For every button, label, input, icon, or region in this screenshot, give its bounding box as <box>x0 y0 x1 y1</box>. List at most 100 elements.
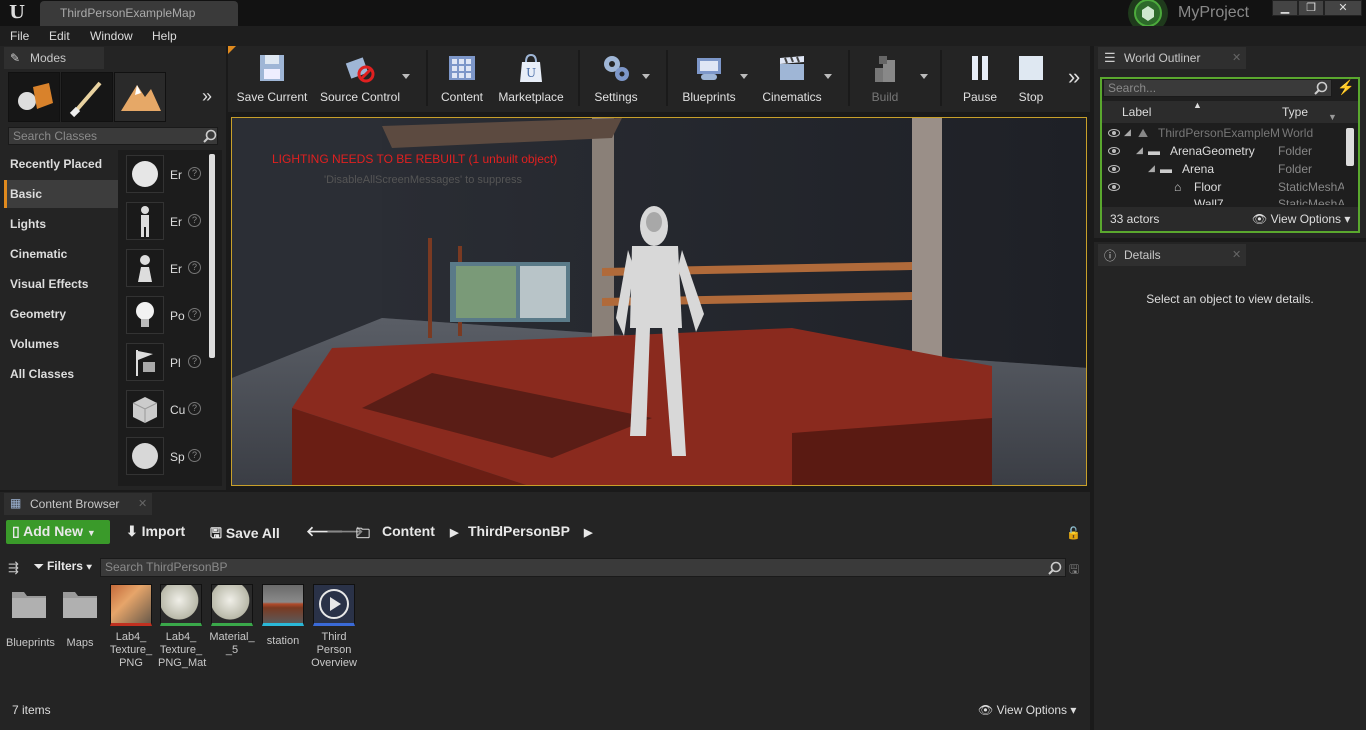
place-item-empty-actor[interactable]: Er? <box>126 155 206 199</box>
expand-arrow-icon[interactable]: ◢ <box>1136 145 1143 156</box>
filters-button[interactable]: ⏷ Filters ▾ <box>34 559 92 574</box>
build-button[interactable]: Build <box>858 46 912 110</box>
category-lights[interactable]: Lights <box>4 210 118 238</box>
expand-arrow-icon[interactable]: ◢ <box>1148 163 1155 174</box>
place-item-sphere[interactable]: Sp? <box>126 437 206 481</box>
settings-button[interactable]: Settings <box>588 46 644 110</box>
path-content-crumb[interactable]: Content <box>376 520 441 544</box>
cinematics-dropdown-icon[interactable] <box>824 74 832 79</box>
column-label-header[interactable]: Label <box>1122 105 1151 119</box>
asset-third-person-overview[interactable]: Third Person Overview <box>311 584 357 670</box>
blueprints-dropdown-icon[interactable] <box>740 74 748 79</box>
column-type-header[interactable]: Type <box>1282 105 1308 119</box>
asset-folder-maps[interactable]: Maps <box>57 584 103 650</box>
help-icon[interactable]: ? <box>188 355 201 368</box>
asset-texture-lab4[interactable]: Lab4_ Texture_ PNG <box>108 584 154 670</box>
content-search-input[interactable]: Search ThirdPersonBP <box>100 558 1066 577</box>
help-icon[interactable]: ? <box>188 449 201 462</box>
category-geometry[interactable]: Geometry <box>4 300 118 328</box>
category-all-classes[interactable]: All Classes <box>4 360 118 388</box>
path-thirdpersonbp-crumb[interactable]: ThirdPersonBP <box>462 520 576 544</box>
outliner-row-world[interactable]: ◢ ⛰ ThirdPersonExampleMap World <box>1102 125 1356 143</box>
menu-file[interactable]: File <box>10 29 29 43</box>
help-icon[interactable]: ? <box>188 167 201 180</box>
modes-tab[interactable]: ✎ Modes <box>4 47 104 69</box>
place-items-scrollbar[interactable] <box>209 154 215 358</box>
menu-edit[interactable]: Edit <box>49 29 70 43</box>
category-basic[interactable]: Basic <box>4 180 118 208</box>
content-button[interactable]: Content <box>436 46 488 110</box>
source-control-button[interactable]: Source Control <box>316 46 404 110</box>
sources-panel-toggle-icon[interactable]: ⇶ <box>8 560 19 576</box>
minimize-button[interactable]: ▁ <box>1272 0 1298 16</box>
outliner-row-floor[interactable]: ⌂ Floor StaticMeshActor <box>1102 179 1356 197</box>
path-children-arrow-icon[interactable]: ▶ <box>578 520 598 544</box>
place-item-empty-pawn[interactable]: Er? <box>126 249 206 293</box>
asset-material-5[interactable]: Material_ _5 <box>209 584 255 657</box>
level-tab[interactable]: ThirdPersonExampleMap <box>40 1 238 26</box>
asset-folder-blueprints[interactable]: Blueprints <box>6 584 55 650</box>
content-browser-tab[interactable]: ▦ Content Browser ✕ <box>4 493 152 515</box>
details-tab[interactable]: ⓘ Details ✕ <box>1098 244 1246 266</box>
close-tab-icon[interactable]: ✕ <box>1232 248 1241 261</box>
source-control-dropdown-icon[interactable] <box>402 74 410 79</box>
close-button[interactable]: ✕ <box>1324 0 1362 16</box>
add-new-button[interactable]: ▯ Add New ▼ <box>6 520 110 544</box>
menu-window[interactable]: Window <box>90 29 133 43</box>
asset-material-lab4-mat[interactable]: Lab4_ Texture_ PNG_Mat <box>158 584 206 670</box>
settings-dropdown-icon[interactable] <box>642 74 650 79</box>
cinematics-button[interactable]: Cinematics <box>754 46 830 110</box>
close-tab-icon[interactable]: ✕ <box>138 497 147 510</box>
visibility-eye-icon[interactable] <box>1108 129 1120 137</box>
expand-modes-icon[interactable]: » <box>202 86 212 107</box>
path-folder-icon[interactable]: 🗀 <box>350 520 376 544</box>
add-filter-icon[interactable]: ⚡ <box>1337 79 1354 96</box>
type-dropdown-icon[interactable]: ▼ <box>1328 112 1337 122</box>
content-view-options-button[interactable]: 👁 View Options ▾ <box>978 703 1076 717</box>
help-icon[interactable]: ? <box>188 402 201 415</box>
expand-arrow-icon[interactable]: ◢ <box>1124 127 1131 138</box>
help-icon[interactable]: ? <box>188 261 201 274</box>
pause-button[interactable]: Pause <box>954 46 1006 110</box>
close-tab-icon[interactable]: ✕ <box>1232 51 1241 64</box>
toolbar-overflow-icon[interactable]: » <box>1068 64 1080 90</box>
world-outliner-tab[interactable]: ☰ World Outliner ✕ <box>1098 47 1246 69</box>
menu-help[interactable]: Help <box>152 29 177 43</box>
place-item-player-start[interactable]: Pl? <box>126 343 206 387</box>
paint-mode-button[interactable] <box>61 72 113 122</box>
category-cinematic[interactable]: Cinematic <box>4 240 118 268</box>
landscape-mode-button[interactable] <box>114 72 166 122</box>
save-search-icon[interactable]: 🖫 <box>1069 560 1079 581</box>
unreal-logo-icon[interactable]: U <box>6 2 28 24</box>
help-icon[interactable]: ? <box>188 214 201 227</box>
level-viewport[interactable]: LIGHTING NEEDS TO BE REBUILT (1 unbuilt … <box>231 117 1087 486</box>
help-icon[interactable]: ? <box>188 308 201 321</box>
outliner-search-input[interactable]: Search... <box>1103 79 1332 97</box>
asset-mesh-station[interactable]: station <box>260 584 306 648</box>
outliner-row-arenageometry[interactable]: ◢ ▬ ArenaGeometry Folder <box>1102 143 1356 161</box>
place-item-point-light[interactable]: Po? <box>126 296 206 340</box>
visibility-eye-icon[interactable] <box>1108 183 1120 191</box>
stop-button[interactable]: Stop <box>1006 46 1056 110</box>
category-recently-placed[interactable]: Recently Placed <box>4 150 118 178</box>
category-volumes[interactable]: Volumes <box>4 330 118 358</box>
place-item-empty-character[interactable]: Er? <box>126 202 206 246</box>
blueprints-button[interactable]: Blueprints <box>676 46 742 110</box>
search-classes-input[interactable]: Search Classes <box>8 127 218 145</box>
restore-button[interactable]: ❐ <box>1298 0 1324 16</box>
build-dropdown-icon[interactable] <box>920 74 928 79</box>
place-mode-button[interactable] <box>8 72 60 122</box>
outliner-row-arena[interactable]: ◢ ▬ Arena Folder <box>1102 161 1356 179</box>
outliner-view-options-button[interactable]: 👁 View Options ▾ <box>1252 212 1350 226</box>
category-visual-effects[interactable]: Visual Effects <box>4 270 118 298</box>
import-button[interactable]: ⬇ Import <box>120 520 191 544</box>
outliner-scrollbar[interactable] <box>1346 128 1354 166</box>
outliner-row-wall7[interactable]: Wall7 StaticMeshActor <box>1102 197 1356 205</box>
lock-icon[interactable]: 🔓 <box>1066 526 1081 540</box>
save-current-button[interactable]: Save Current <box>234 46 310 110</box>
save-all-button[interactable]: 🖫 Save All <box>204 520 286 544</box>
marketplace-button[interactable]: U Marketplace <box>494 46 568 110</box>
visibility-eye-icon[interactable] <box>1108 165 1120 173</box>
visibility-eye-icon[interactable] <box>1108 147 1120 155</box>
place-item-cube[interactable]: Cu? <box>126 390 206 434</box>
